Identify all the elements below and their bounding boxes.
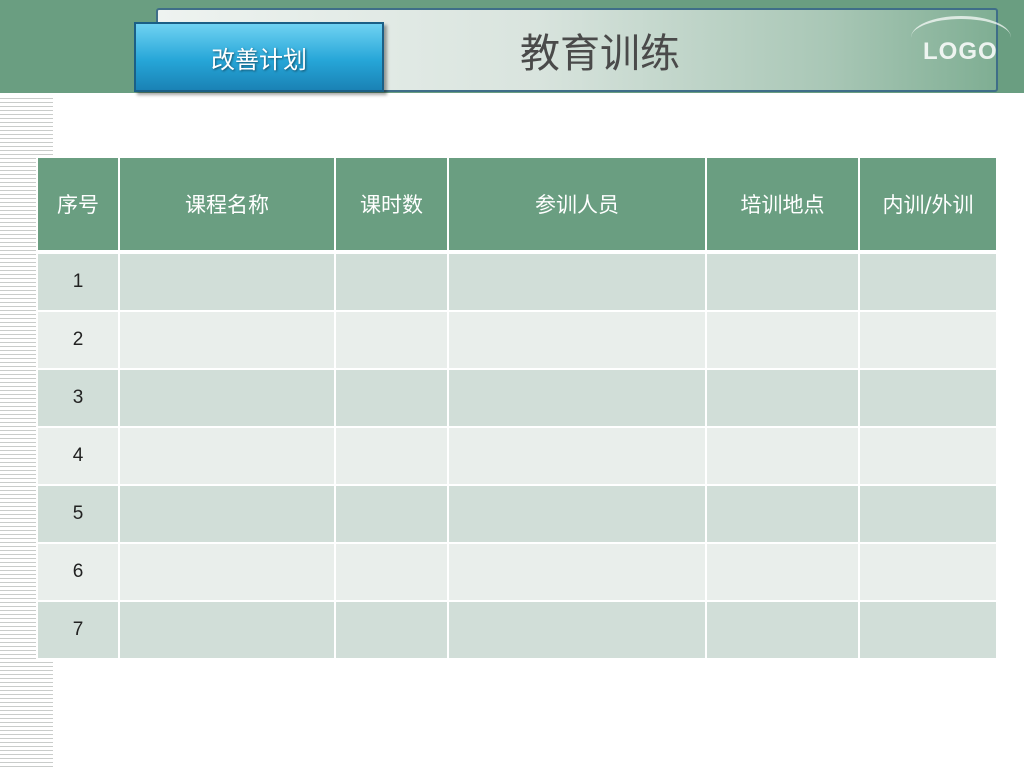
table-cell [705, 542, 860, 602]
table-cell [447, 542, 707, 602]
column-header-type: 内训/外训 [858, 156, 998, 254]
table-cell [858, 542, 998, 602]
table-cell [705, 426, 860, 486]
training-table: 序号 课程名称 课时数 参训人员 培训地点 内训/外训 1 2 3 4 5 6 … [36, 156, 998, 660]
table-cell [334, 426, 449, 486]
table-row: 3 [36, 368, 998, 428]
logo-text: LOGO [923, 38, 998, 65]
table-header-row: 序号 课程名称 课时数 参训人员 培训地点 内训/外训 [36, 156, 998, 254]
table-cell [334, 542, 449, 602]
table-cell [334, 484, 449, 544]
table-cell [858, 251, 998, 312]
table-cell [447, 600, 707, 660]
table-cell [118, 310, 336, 370]
table-cell-index: 4 [36, 426, 120, 486]
slide-title: 教育训练 [520, 31, 680, 77]
table-cell [447, 484, 707, 544]
table-cell [705, 600, 860, 660]
table-cell [447, 368, 707, 428]
section-tab-label: 改善计划 [211, 45, 307, 74]
table-cell [858, 310, 998, 370]
table-cell [118, 426, 336, 486]
table-cell-index: 2 [36, 310, 120, 370]
table-cell-index: 1 [36, 251, 120, 312]
table-cell-index: 6 [36, 542, 120, 602]
table-cell-index: 5 [36, 484, 120, 544]
table-cell [118, 484, 336, 544]
table-cell [447, 310, 707, 370]
column-header-participants: 参训人员 [447, 156, 707, 254]
table-cell [858, 426, 998, 486]
table-cell [858, 368, 998, 428]
table-row: 5 [36, 484, 998, 544]
table-cell [858, 600, 998, 660]
logo: LOGO [905, 12, 1020, 82]
column-header-hours: 课时数 [334, 156, 449, 254]
section-tab: 改善计划 [134, 22, 384, 92]
table-cell [705, 310, 860, 370]
table-cell-index: 3 [36, 368, 120, 428]
table-cell [334, 310, 449, 370]
table-cell [447, 251, 707, 312]
table-cell [118, 368, 336, 428]
table-row: 2 [36, 310, 998, 370]
table-row: 1 [36, 251, 998, 312]
table-cell [705, 484, 860, 544]
table-cell [447, 426, 707, 486]
table-cell [118, 600, 336, 660]
column-header-index: 序号 [36, 156, 120, 254]
table-cell [858, 484, 998, 544]
table-cell [118, 542, 336, 602]
table-row: 6 [36, 542, 998, 602]
table-row: 7 [36, 600, 998, 660]
table-cell-index: 7 [36, 600, 120, 660]
table-cell [334, 251, 449, 312]
table-cell [334, 600, 449, 660]
table-cell [705, 368, 860, 428]
column-header-course: 课程名称 [118, 156, 336, 254]
table-cell [334, 368, 449, 428]
table-cell [118, 251, 336, 312]
table-row: 4 [36, 426, 998, 486]
column-header-location: 培训地点 [705, 156, 860, 254]
table-cell [705, 251, 860, 312]
